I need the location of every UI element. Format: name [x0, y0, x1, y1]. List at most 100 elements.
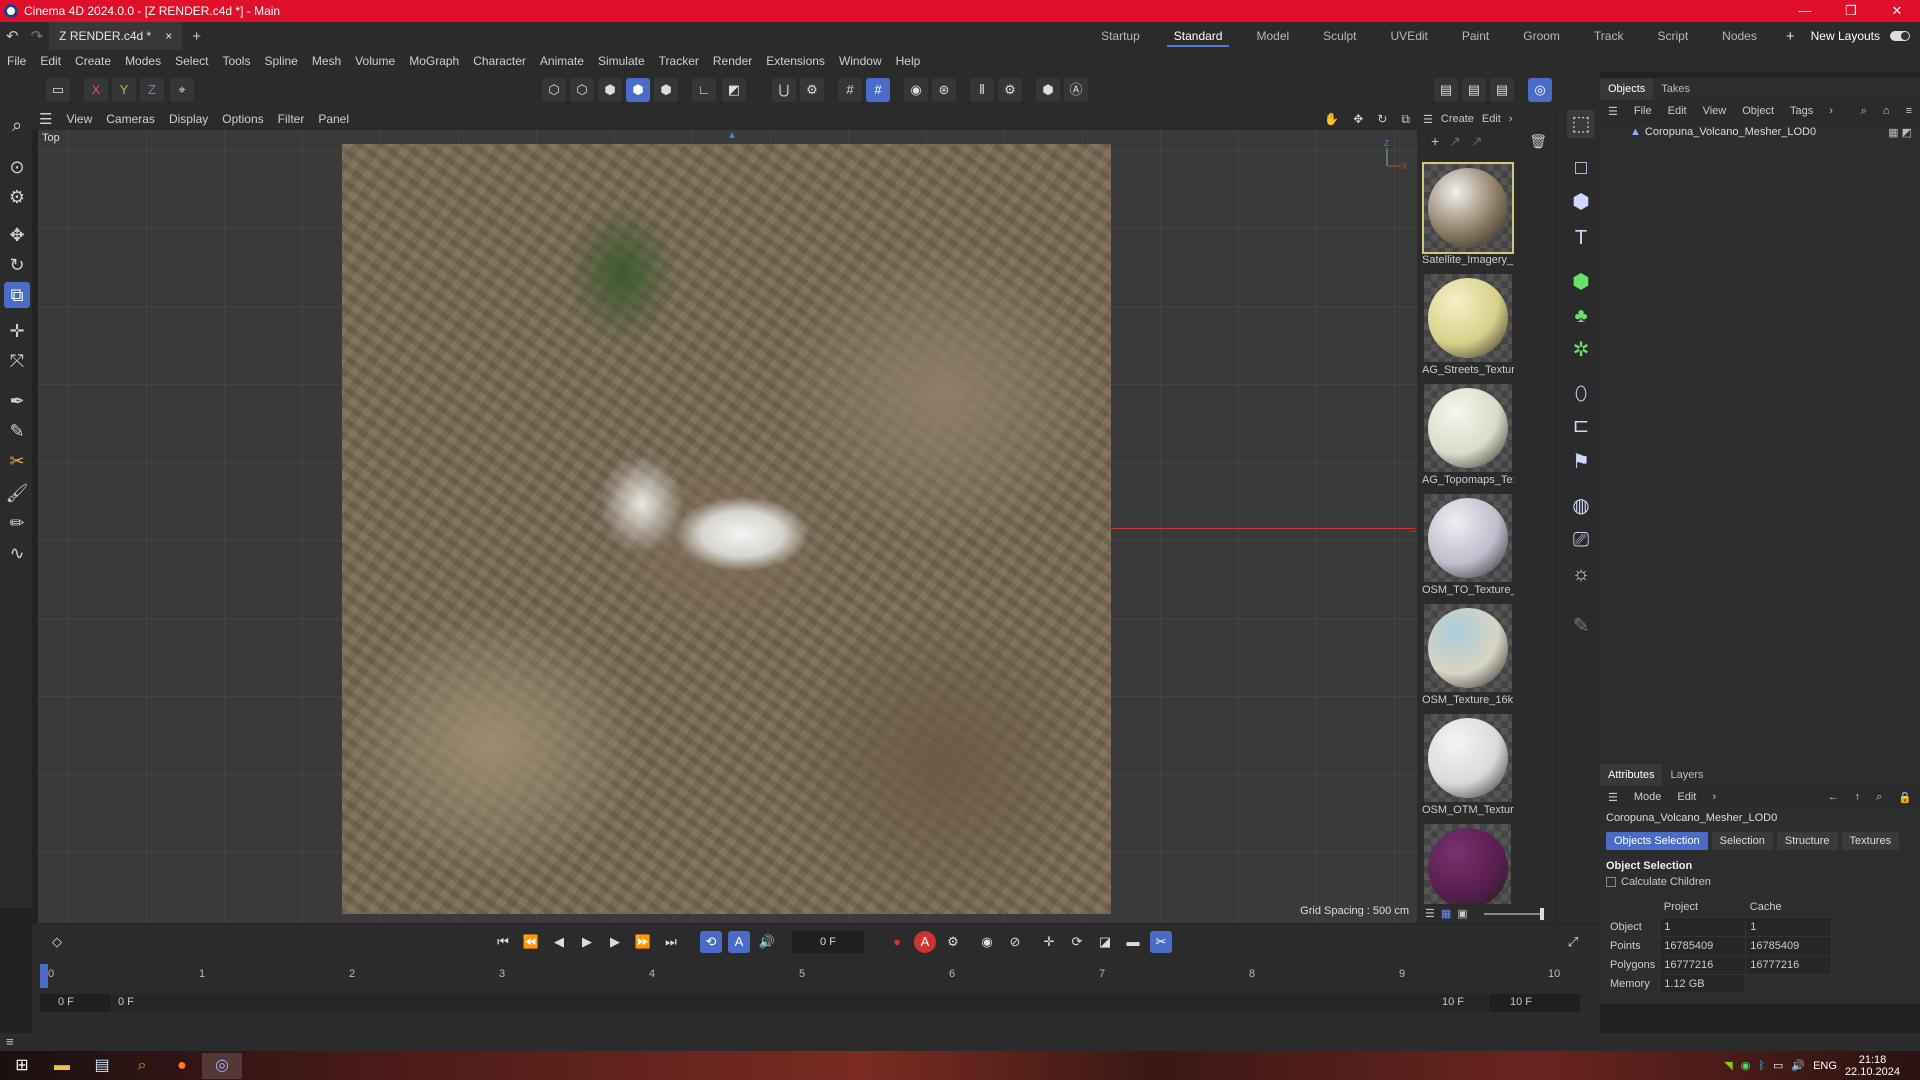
layout-tab-uvedit[interactable]: UVEdit: [1374, 22, 1445, 50]
document-tab[interactable]: Z RENDER.c4d * ×: [49, 22, 183, 50]
menu-render[interactable]: Render: [706, 54, 759, 68]
material-menu-more-icon[interactable]: ›: [1509, 113, 1513, 125]
material-menu-create[interactable]: Create: [1441, 113, 1474, 125]
axis-mode-icon[interactable]: ∟: [692, 78, 716, 102]
menu-character[interactable]: Character: [466, 54, 533, 68]
symmetry-icon[interactable]: ⫴: [970, 78, 994, 102]
viewport-menu-cameras[interactable]: Cameras: [99, 112, 162, 126]
menu-create[interactable]: Create: [68, 54, 118, 68]
material-item-osm-otm[interactable]: OSM_OTM_Textur: [1421, 714, 1514, 824]
objects-search-icon[interactable]: ⌕: [1853, 105, 1875, 118]
render-picture-viewer-icon[interactable]: ▤: [1462, 78, 1486, 102]
sculpt-icon[interactable]: ✏: [4, 510, 30, 536]
transform-icon[interactable]: ✛: [4, 318, 30, 344]
up-arrow-icon[interactable]: ↑: [1847, 791, 1869, 803]
windows-start-icon[interactable]: ⊞: [2, 1053, 42, 1079]
material-item-osm-texture-16k[interactable]: OSM_Texture_16k: [1421, 604, 1513, 714]
autokey-icon[interactable]: ⊛: [932, 78, 956, 102]
motion-tracking-icon[interactable]: ✂: [1150, 931, 1172, 953]
text-icon[interactable]: T: [1567, 224, 1595, 252]
material-item-satellite-imagery[interactable]: Satellite_Imagery_: [1421, 162, 1514, 274]
new-layouts-toggle[interactable]: [1890, 31, 1910, 41]
sound-icon[interactable]: 🔊: [756, 931, 778, 953]
attributes-menu-mode[interactable]: Mode: [1626, 791, 1670, 803]
add-material-icon[interactable]: +: [1431, 133, 1439, 149]
new-layouts-label[interactable]: New Layouts: [1807, 29, 1884, 43]
redshift-icon[interactable]: ◎: [1528, 78, 1552, 102]
terrain-mesh[interactable]: [342, 144, 1111, 914]
menu-modes[interactable]: Modes: [118, 54, 168, 68]
delete-material-icon[interactable]: 🗑: [1529, 133, 1547, 150]
play-icon[interactable]: ▶: [576, 931, 598, 953]
x-axis-lock[interactable]: X: [84, 78, 108, 102]
menu-simulate[interactable]: Simulate: [591, 54, 652, 68]
clock[interactable]: 21:18 22.10.2024: [1845, 1054, 1900, 1078]
menu-edit[interactable]: Edit: [33, 54, 68, 68]
deformer-icon[interactable]: ✲: [1567, 336, 1595, 364]
tab-attributes[interactable]: Attributes: [1600, 764, 1663, 786]
previous-frame-icon[interactable]: ◀: [548, 931, 570, 953]
green-circle-icon[interactable]: ◉: [1741, 1059, 1751, 1072]
layout-tab-standard[interactable]: Standard: [1157, 22, 1240, 50]
pan-icon[interactable]: ✋: [1317, 112, 1346, 126]
material-menu-edit[interactable]: Edit: [1482, 113, 1501, 125]
objects-selection-button[interactable]: Objects Selection: [1606, 832, 1708, 850]
objects-menu-more-icon[interactable]: ›: [1821, 105, 1841, 117]
brush-icon[interactable]: 🖌: [4, 480, 30, 506]
next-frame-icon[interactable]: ▶: [604, 931, 626, 953]
rotate-icon[interactable]: ↻: [4, 252, 30, 278]
maximize-view-icon[interactable]: ⧉: [1394, 112, 1417, 127]
attributes-search-icon[interactable]: ⌕: [1868, 791, 1890, 804]
textures-button[interactable]: Textures: [1841, 832, 1900, 850]
objects-hamburger-icon[interactable]: ☰: [1600, 105, 1626, 118]
network-icon[interactable]: ▭: [1773, 1059, 1783, 1072]
range-start-field[interactable]: 0 F: [58, 996, 74, 1008]
key-position-icon[interactable]: ◉: [976, 931, 998, 953]
objects-menu-file[interactable]: File: [1626, 105, 1660, 117]
notepad-icon[interactable]: ▤: [82, 1053, 122, 1079]
material-item-purple[interactable]: [1421, 824, 1511, 904]
rotate-view-icon[interactable]: ↻: [1370, 112, 1394, 126]
objects-menu-tags[interactable]: Tags: [1782, 105, 1821, 117]
calculate-children-checkbox[interactable]: [1606, 877, 1616, 887]
viewport-menu-panel[interactable]: Panel: [311, 112, 356, 126]
null-icon[interactable]: ⊏: [1567, 412, 1595, 440]
viewport-menu-options[interactable]: Options: [215, 112, 270, 126]
spline-sketch-icon[interactable]: ✎: [4, 418, 30, 444]
menu-file[interactable]: File: [0, 54, 33, 68]
objects-home-icon[interactable]: ⌂: [1875, 105, 1898, 117]
render-settings-icon[interactable]: ⬢: [1036, 78, 1060, 102]
viewport-menu-display[interactable]: Display: [162, 112, 215, 126]
maximize-icon[interactable]: ❐: [1828, 0, 1874, 22]
minimize-icon[interactable]: —: [1782, 0, 1828, 22]
y-axis-lock[interactable]: Y: [112, 78, 136, 102]
menu-help[interactable]: Help: [889, 54, 928, 68]
keyframe-settings-icon[interactable]: ⚙: [942, 931, 964, 953]
auto-icon[interactable]: Ⓐ: [1064, 78, 1088, 102]
environment-icon[interactable]: ◍: [1567, 492, 1595, 520]
structure-button[interactable]: Structure: [1776, 832, 1838, 850]
firefox-icon[interactable]: ●: [162, 1053, 202, 1079]
language-indicator[interactable]: ENG: [1813, 1060, 1837, 1072]
snap-magnet-icon[interactable]: ⋃: [772, 78, 796, 102]
snap-settings-icon[interactable]: ⚙: [800, 78, 824, 102]
timeline-expand-icon[interactable]: ⤢: [1562, 931, 1584, 953]
list-view-icon[interactable]: ☰: [1425, 907, 1435, 920]
points-mode-icon[interactable]: ⬡: [542, 78, 566, 102]
material-hamburger-icon[interactable]: ☰: [1423, 113, 1433, 126]
layout-tab-groom[interactable]: Groom: [1506, 22, 1577, 50]
bluetooth-icon[interactable]: ᛒ: [1758, 1060, 1765, 1072]
lock-icon[interactable]: 🔒: [1890, 791, 1920, 804]
spline-pen-icon[interactable]: ✒: [4, 388, 30, 414]
volume-icon[interactable]: 🔊: [1791, 1059, 1805, 1072]
layout-tab-track[interactable]: Track: [1577, 22, 1641, 50]
previous-key-icon[interactable]: ⏪: [520, 931, 542, 953]
record-keys-icon[interactable]: ●: [886, 931, 908, 953]
menu-spline[interactable]: Spline: [257, 54, 304, 68]
zoom-search-icon[interactable]: ⌕: [4, 112, 30, 138]
grid-snap-icon[interactable]: #: [838, 78, 862, 102]
objects-menu-object[interactable]: Object: [1734, 105, 1782, 117]
autokeying-icon[interactable]: A: [914, 931, 936, 953]
menu-window[interactable]: Window: [832, 54, 889, 68]
object-mode-icon[interactable]: ⬢: [626, 78, 650, 102]
